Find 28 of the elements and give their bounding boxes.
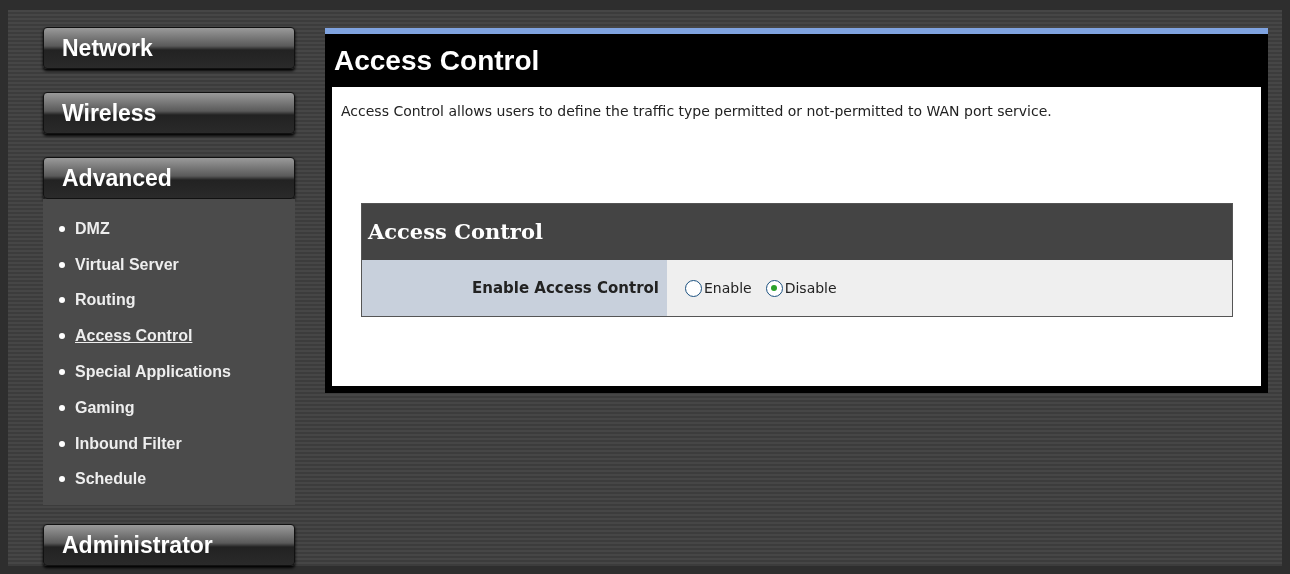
submenu-link[interactable]: Access Control: [75, 324, 193, 349]
nav-section-button[interactable]: Wireless: [43, 92, 295, 134]
radio-button[interactable]: [765, 279, 783, 297]
nav-section-button[interactable]: Administrator: [43, 524, 295, 567]
bullet-icon: [59, 297, 65, 304]
bullet-icon: [59, 404, 65, 411]
bullet-icon: [59, 476, 65, 483]
submenu-link[interactable]: DMZ: [75, 216, 110, 241]
bullet-icon: [59, 440, 65, 447]
submenu-link[interactable]: Inbound Filter: [75, 431, 182, 456]
radio-label: Enable: [704, 278, 752, 298]
bullet-icon: [59, 261, 65, 268]
submenu-link[interactable]: Routing: [75, 288, 136, 313]
field-label: Enable Access Control: [472, 277, 659, 299]
description-text: Access Control allows users to define the traffic type permitted or not-permitted to WAN port service.: [341, 102, 1053, 121]
nav-section-button[interactable]: Advanced: [43, 157, 295, 199]
bullet-icon: [59, 369, 65, 376]
bullet-icon: [59, 333, 65, 340]
table-header: Access Control: [368, 218, 543, 247]
page-title: Access Control: [333, 43, 540, 78]
radio-button[interactable]: [685, 279, 702, 297]
submenu-link[interactable]: Gaming: [75, 395, 135, 420]
submenu-link[interactable]: Schedule: [75, 467, 147, 492]
submenu-link[interactable]: Virtual Server: [75, 252, 179, 277]
submenu-link[interactable]: Special Applications: [75, 360, 231, 385]
nav-section-button[interactable]: Network: [43, 27, 295, 69]
bullet-icon: [59, 225, 65, 232]
radio-label: Disable: [784, 278, 837, 298]
